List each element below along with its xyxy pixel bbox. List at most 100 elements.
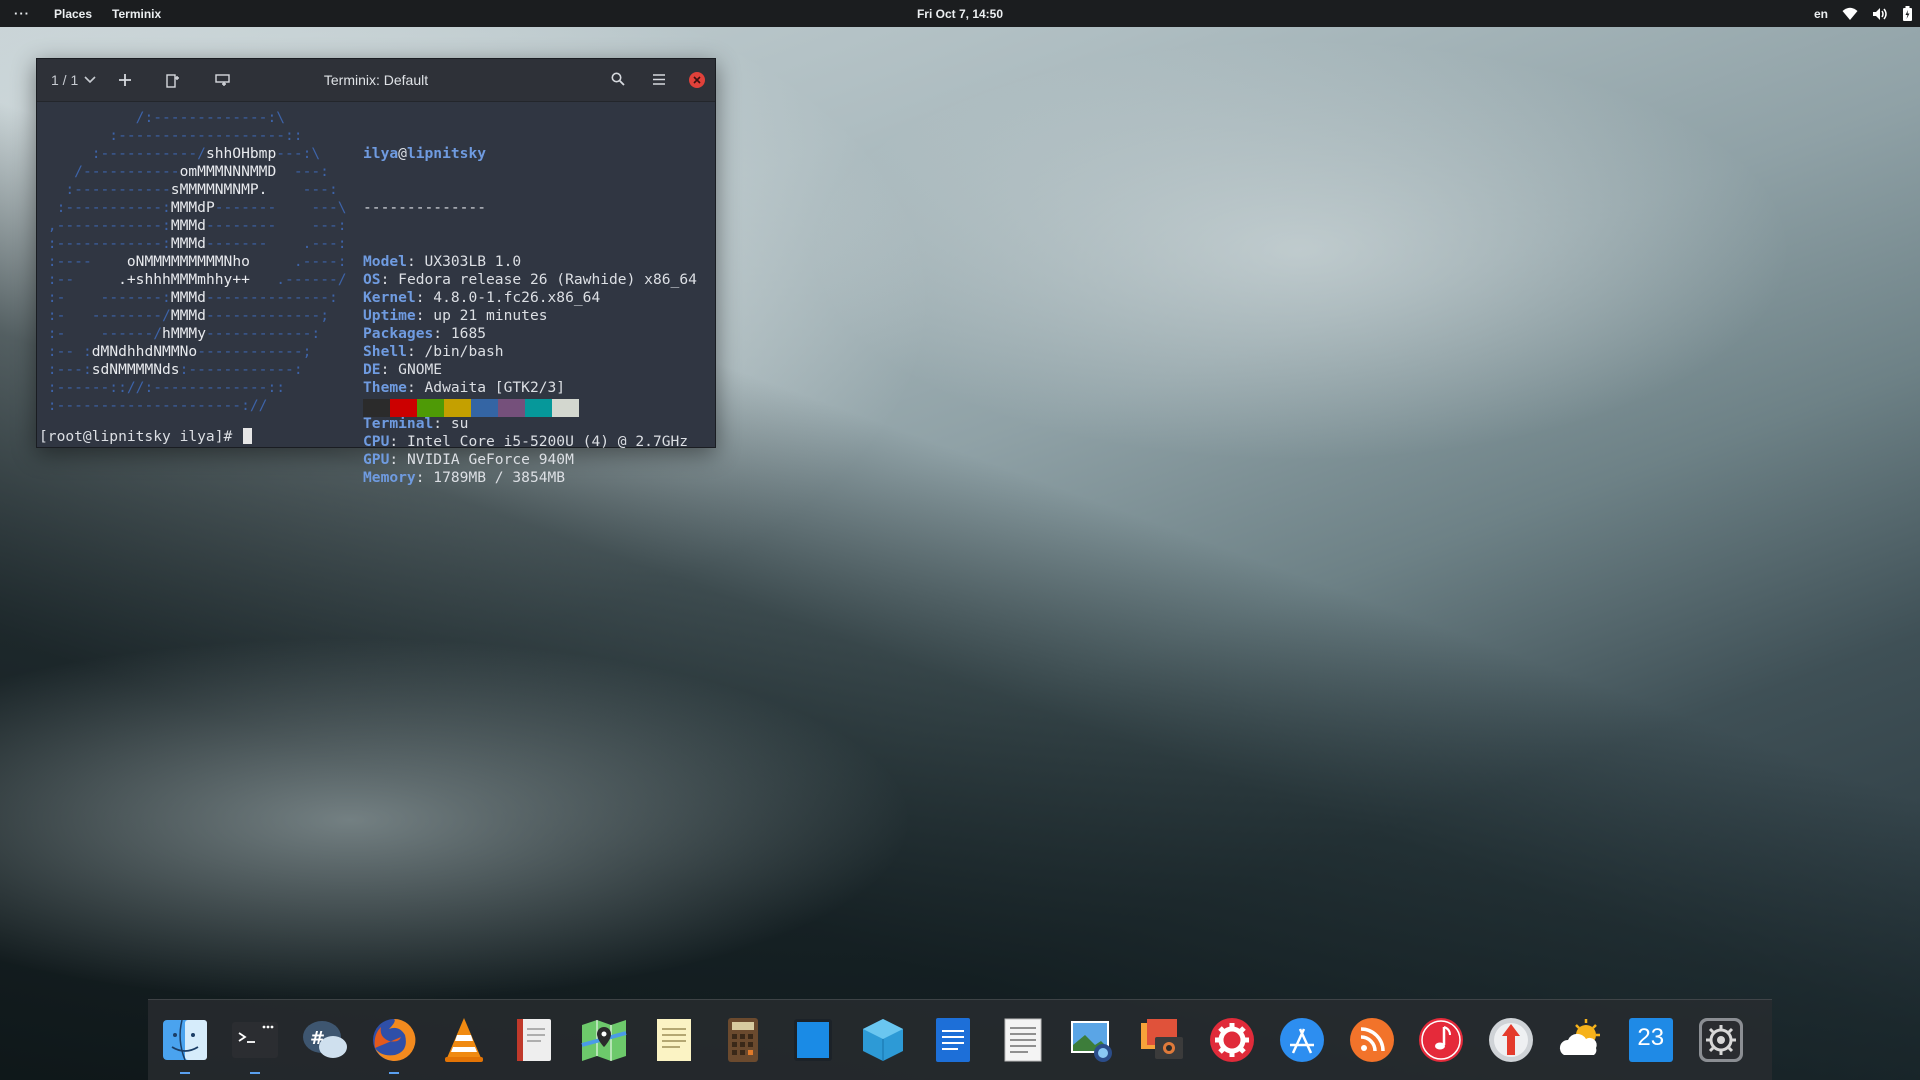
- ascii-line: :---:sdNMMMMNds:------------:: [47, 361, 303, 378]
- svg-text:#: #: [310, 1028, 325, 1049]
- calendar-icon[interactable]: 23: [1626, 1015, 1676, 1065]
- firefox-icon[interactable]: [369, 1015, 419, 1074]
- menu-button[interactable]: [653, 72, 665, 88]
- book-icon[interactable]: [509, 1015, 559, 1065]
- info-value: Intel Core i5-5200U (4) @ 2.7GHz: [406, 433, 689, 450]
- rss-icon[interactable]: [1347, 1015, 1397, 1065]
- color-swatch: [471, 399, 498, 417]
- info-separator: --------------: [363, 199, 487, 216]
- hamburger-icon: [653, 74, 665, 85]
- info-key: Uptime: [363, 307, 416, 324]
- language-indicator[interactable]: en: [1814, 7, 1828, 21]
- app-menu[interactable]: Terminix: [102, 7, 171, 21]
- running-indicator: [180, 1072, 190, 1074]
- clock[interactable]: Fri Oct 7, 14:50: [917, 7, 1003, 21]
- ascii-line: :------:://:-------------::: [47, 379, 286, 396]
- notes-icon[interactable]: [649, 1015, 699, 1065]
- box-icon[interactable]: [858, 1015, 908, 1065]
- split-vertical-button[interactable]: [212, 69, 234, 91]
- info-row: DE: GNOME: [363, 361, 443, 378]
- color-swatch: [525, 399, 552, 417]
- close-icon: [693, 76, 701, 84]
- info-key: OS: [363, 271, 381, 288]
- dock: #23: [148, 999, 1772, 1080]
- running-indicator: [389, 1072, 400, 1074]
- info-value: NVIDIA GeForce 940M: [406, 451, 574, 468]
- add-session-button[interactable]: [114, 69, 136, 91]
- top-bar: ··· Places Terminix Fri Oct 7, 14:50 en: [0, 0, 1920, 27]
- session-switcher[interactable]: 1 / 1: [51, 72, 96, 88]
- color-swatch: [444, 399, 471, 417]
- color-swatch: [417, 399, 444, 417]
- info-key: CPU: [363, 433, 390, 450]
- info-row: Packages: 1685: [363, 325, 487, 342]
- settings-red-icon[interactable]: [1207, 1015, 1257, 1065]
- ascii-line: :-----------sMMMMNMNMP. ---:: [65, 181, 338, 198]
- info-user: ilya: [363, 145, 399, 162]
- app-store-icon[interactable]: [1277, 1015, 1327, 1065]
- vlc-icon[interactable]: [439, 1015, 489, 1065]
- info-row: GPU: NVIDIA GeForce 940M: [363, 451, 574, 468]
- volume-icon[interactable]: [1872, 7, 1889, 21]
- status-area[interactable]: en: [1814, 6, 1912, 21]
- info-value: Fedora release 26 (Rawhide) x86_64: [398, 271, 697, 288]
- terminal-window[interactable]: 1 / 1 Terminix: Default /:-------------:…: [36, 58, 716, 486]
- info-row: CPU: Intel Core i5-5200U (4) @ 2.7GHz: [363, 433, 689, 450]
- info-key: Packages: [363, 325, 434, 342]
- split-horizontal-button[interactable]: [162, 69, 184, 91]
- info-key: Memory: [363, 469, 416, 486]
- tablet-icon[interactable]: [788, 1015, 838, 1065]
- color-swatch: [498, 399, 525, 417]
- info-value: up 21 minutes: [433, 307, 548, 324]
- maps-icon[interactable]: [579, 1015, 629, 1065]
- text-cursor: [243, 428, 253, 444]
- updates-icon[interactable]: [1486, 1015, 1536, 1065]
- fedora-ascii-logo: /:-------------:\ :-------------------::…: [39, 109, 347, 415]
- wifi-icon[interactable]: [1842, 7, 1858, 21]
- ascii-line: :-- .+shhhMMMmhhy++ .------/: [47, 271, 347, 288]
- document-icon[interactable]: [928, 1015, 978, 1065]
- info-key: DE: [363, 361, 381, 378]
- terminal-output[interactable]: /:-------------:\ :-------------------::…: [37, 103, 715, 486]
- info-row: Shell: /bin/bash: [363, 343, 504, 360]
- chat-icon[interactable]: #: [300, 1015, 350, 1065]
- text-editor-icon[interactable]: [998, 1015, 1048, 1065]
- info-value: UX303LB 1.0: [424, 253, 522, 270]
- places-menu[interactable]: Places: [44, 7, 102, 21]
- terminal-icon[interactable]: [230, 1015, 280, 1074]
- shell-prompt[interactable]: [root@lipnitsky ilya]#: [39, 428, 253, 446]
- plus-icon: [119, 74, 132, 86]
- ascii-line: :- -------:MMMd--------------:: [47, 289, 338, 306]
- weather-icon[interactable]: [1556, 1015, 1606, 1065]
- info-value: 1685: [450, 325, 487, 342]
- music-icon[interactable]: [1416, 1015, 1466, 1065]
- info-key: GPU: [363, 451, 390, 468]
- info-row: Model: UX303LB 1.0: [363, 253, 522, 270]
- info-key: Model: [363, 253, 407, 270]
- color-swatch: [552, 399, 579, 417]
- ascii-line: /-----------omMMMNNNMMD ---:: [74, 163, 329, 180]
- search-button[interactable]: [611, 72, 625, 89]
- activities-button[interactable]: ···: [0, 6, 44, 21]
- calculator-icon[interactable]: [718, 1015, 768, 1065]
- close-button[interactable]: [689, 72, 705, 88]
- running-indicator: [249, 1072, 260, 1074]
- chevron-down-icon: [84, 76, 96, 84]
- image-viewer-icon[interactable]: [1067, 1015, 1117, 1065]
- color-palette: [363, 399, 579, 417]
- ascii-line: /:-------------:\: [135, 109, 286, 126]
- info-row: OS: Fedora release 26 (Rawhide) x86_64: [363, 271, 697, 288]
- ascii-line: :-----------/shhOHbmp---:\: [91, 145, 321, 162]
- info-value: 1789MB / 3854MB: [433, 469, 566, 486]
- info-row: Uptime: up 21 minutes: [363, 307, 548, 324]
- system-settings-icon[interactable]: [1696, 1015, 1746, 1065]
- terminal-titlebar[interactable]: 1 / 1 Terminix: Default: [37, 59, 715, 102]
- info-value: /bin/bash: [424, 343, 504, 360]
- info-row: Theme: Adwaita [GTK2/3]: [363, 379, 566, 396]
- ascii-line: :-------------------::: [109, 127, 303, 144]
- ascii-line: ,------------:MMMd-------- ---:: [47, 217, 347, 234]
- battery-icon[interactable]: [1903, 6, 1912, 21]
- finder-icon[interactable]: [160, 1015, 210, 1074]
- photos-icon[interactable]: [1137, 1015, 1187, 1065]
- ascii-line: :---------------------://: [47, 397, 268, 414]
